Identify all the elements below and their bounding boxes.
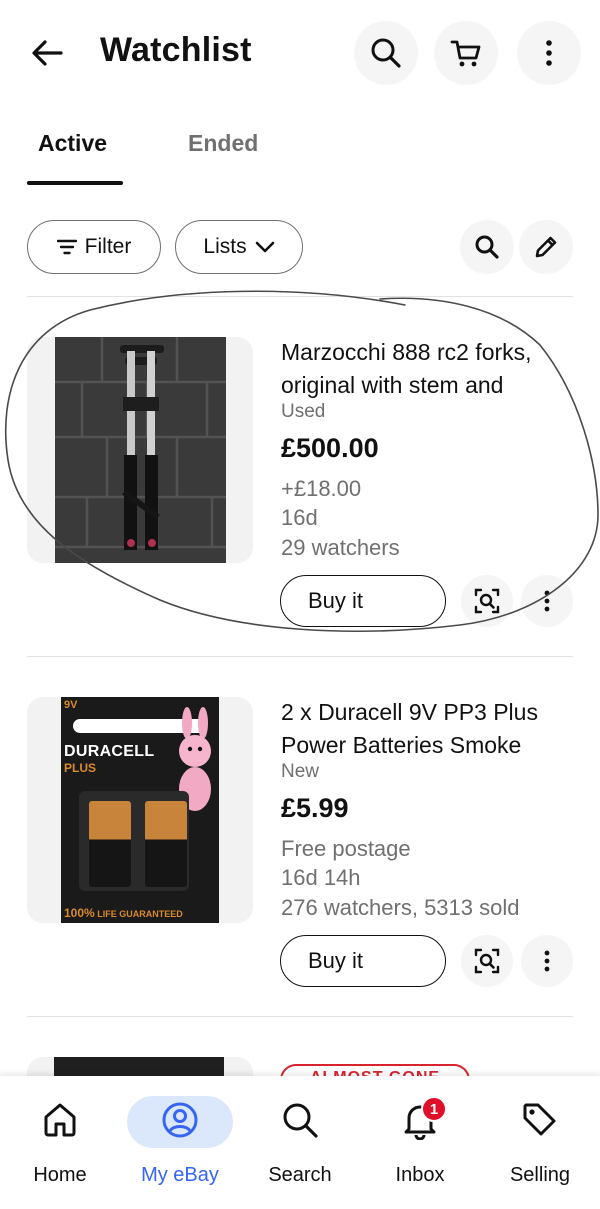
page-title: Watchlist [100,31,252,69]
bottom-navigation: Home My eBay Search Inbox Selling [0,1076,600,1209]
filter-button[interactable]: Filter [27,220,161,274]
divider [27,656,573,657]
item-title-line: Power Batteries Smoke [281,732,522,758]
tab-active[interactable]: Active [38,130,107,157]
nav-inbox-label: Inbox [395,1164,445,1186]
lists-dropdown[interactable]: Lists [175,220,303,274]
item-more-button[interactable] [521,935,573,987]
active-tab-indicator [27,181,123,185]
nav-home[interactable]: Home [0,1076,120,1209]
find-similar-button[interactable] [461,935,513,987]
item-watchers: 276 watchers, 5313 sold [281,895,520,920]
inbox-notification-badge: 1 [421,1096,447,1122]
lists-label: Lists [203,235,247,258]
package-brand: DURACELL [64,743,155,760]
nav-selling[interactable]: Selling [480,1076,600,1209]
watchlist-search-button[interactable] [460,220,514,274]
search-icon [278,1098,322,1142]
image-search-icon [474,948,500,974]
watchlist-tabs: Active Ended [0,118,600,188]
nav-my-ebay-label: My eBay [141,1164,219,1186]
annotation-circle [4,290,599,632]
guarantee-percent: 100% [64,906,95,920]
filter-icon [56,239,77,255]
nav-home-label: Home [33,1164,87,1186]
battery-package: 9V DURACELL PLUS 100% LIFE GUARANTEED [61,697,219,923]
home-icon [38,1098,82,1142]
app-header: Watchlist [0,0,600,110]
edit-button[interactable] [519,220,573,274]
item-thumbnail[interactable]: 9V DURACELL PLUS 100% LIFE GUARANTEED [27,697,253,923]
cart-icon [450,40,481,67]
item-condition: New [281,761,320,782]
nav-selling-label: Selling [509,1164,571,1186]
filter-label: Filter [84,235,132,258]
nav-search[interactable]: Search [240,1076,360,1209]
item-title[interactable]: 2 x Duracell 9V PP3 Plus Power Batteries… [281,696,581,762]
battery-left [89,801,131,887]
divider [27,1016,573,1017]
package-line: PLUS [64,761,97,775]
nav-inbox[interactable]: Inbox [360,1076,480,1209]
pencil-icon [535,236,557,258]
item-title-line: 2 x Duracell 9V PP3 Plus [281,699,538,725]
nav-my-ebay[interactable]: My eBay [120,1076,240,1209]
header-search-button[interactable] [354,21,418,85]
back-arrow-icon [32,40,63,66]
tag-icon [518,1098,562,1142]
search-icon [371,38,401,68]
item-time-left: 16d 14h [281,865,361,890]
search-icon [475,235,499,259]
cart-button[interactable] [434,21,498,85]
item-price: £5.99 [281,793,349,823]
package-guarantee: 100% LIFE GUARANTEED [64,906,183,920]
guarantee-text: LIFE GUARANTEED [97,909,183,919]
buy-it-button[interactable]: Buy it [280,935,446,987]
package-voltage: 9V [64,699,78,711]
more-options-button[interactable] [517,21,581,85]
item-postage: Free postage [281,836,411,861]
chevron-down-icon [255,241,274,253]
battery-right [145,801,187,887]
back-button[interactable] [22,30,72,76]
more-vertical-icon [544,950,550,972]
tab-ended[interactable]: Ended [188,130,258,157]
user-icon [158,1098,202,1142]
nav-search-label: Search [268,1164,332,1186]
more-vertical-icon [546,40,552,66]
